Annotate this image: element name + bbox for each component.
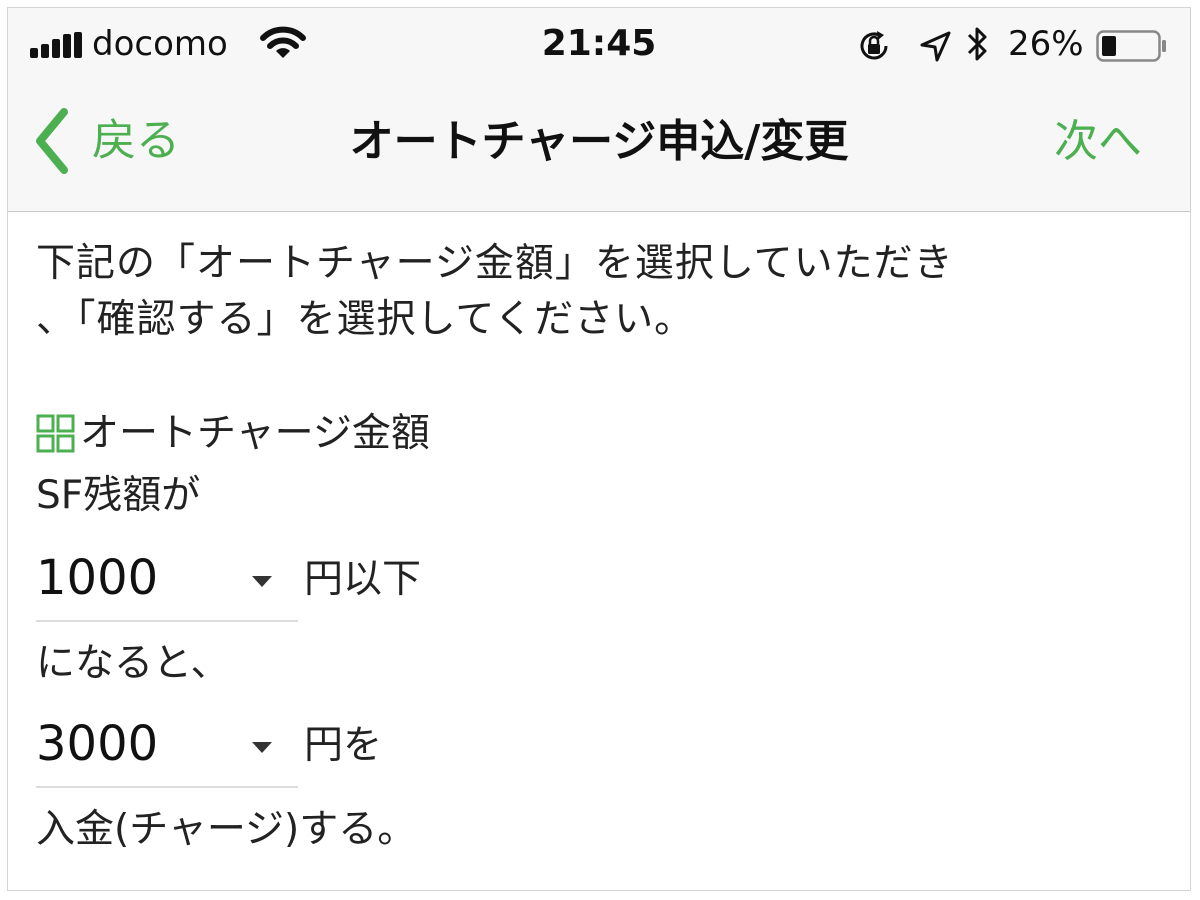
charge-amount-select[interactable]: 3000 円を <box>36 706 382 788</box>
battery-icon <box>1096 30 1166 62</box>
caret-down-icon <box>252 576 272 587</box>
top-bar: docomo 21:45 26% 戻る オートチャージ申込/変更 次へ <box>8 8 1190 212</box>
main-content: 下記の「オートチャージ金額」を選択していただき 、「確認する」を選択してください… <box>36 236 1156 852</box>
battery-percentage: 26% <box>1008 24 1084 64</box>
next-button[interactable]: 次へ <box>1054 112 1142 172</box>
page-title: オートチャージ申込/変更 <box>349 116 849 167</box>
caret-down-icon <box>252 742 272 753</box>
sf-balance-label: SF残額が <box>36 473 201 518</box>
middle-text: になると、 <box>36 641 230 686</box>
navigation-bar: 戻る オートチャージ申込/変更 次へ <box>8 92 1190 202</box>
threshold-select-value: 1000 <box>36 550 159 606</box>
instruction-line-1: 下記の「オートチャージ金額」を選択していただき <box>36 241 954 286</box>
app-screen: docomo 21:45 26% 戻る オートチャージ申込/変更 次へ 下記の「… <box>7 7 1191 891</box>
bluetooth-icon <box>967 27 987 61</box>
section-heading: オートチャージ金額 <box>36 406 430 462</box>
charge-amount-row: 3000 円を <box>36 706 382 788</box>
rotation-lock-icon <box>860 31 888 60</box>
charge-amount-suffix: 円を <box>304 723 383 768</box>
threshold-row: 1000 円以下 <box>36 540 421 622</box>
instruction-line-2: 、「確認する」を選択してください。 <box>36 297 695 342</box>
section-heading-label: オートチャージ金額 <box>80 411 430 456</box>
charge-amount-select-value: 3000 <box>36 716 159 772</box>
grid-icon <box>36 414 75 453</box>
threshold-suffix: 円以下 <box>304 557 422 602</box>
status-bar: docomo 21:45 26% <box>8 8 1190 78</box>
closing-text: 入金(チャージ)する。 <box>36 807 417 852</box>
threshold-select[interactable]: 1000 円以下 <box>36 540 421 622</box>
location-arrow-icon <box>920 31 951 62</box>
